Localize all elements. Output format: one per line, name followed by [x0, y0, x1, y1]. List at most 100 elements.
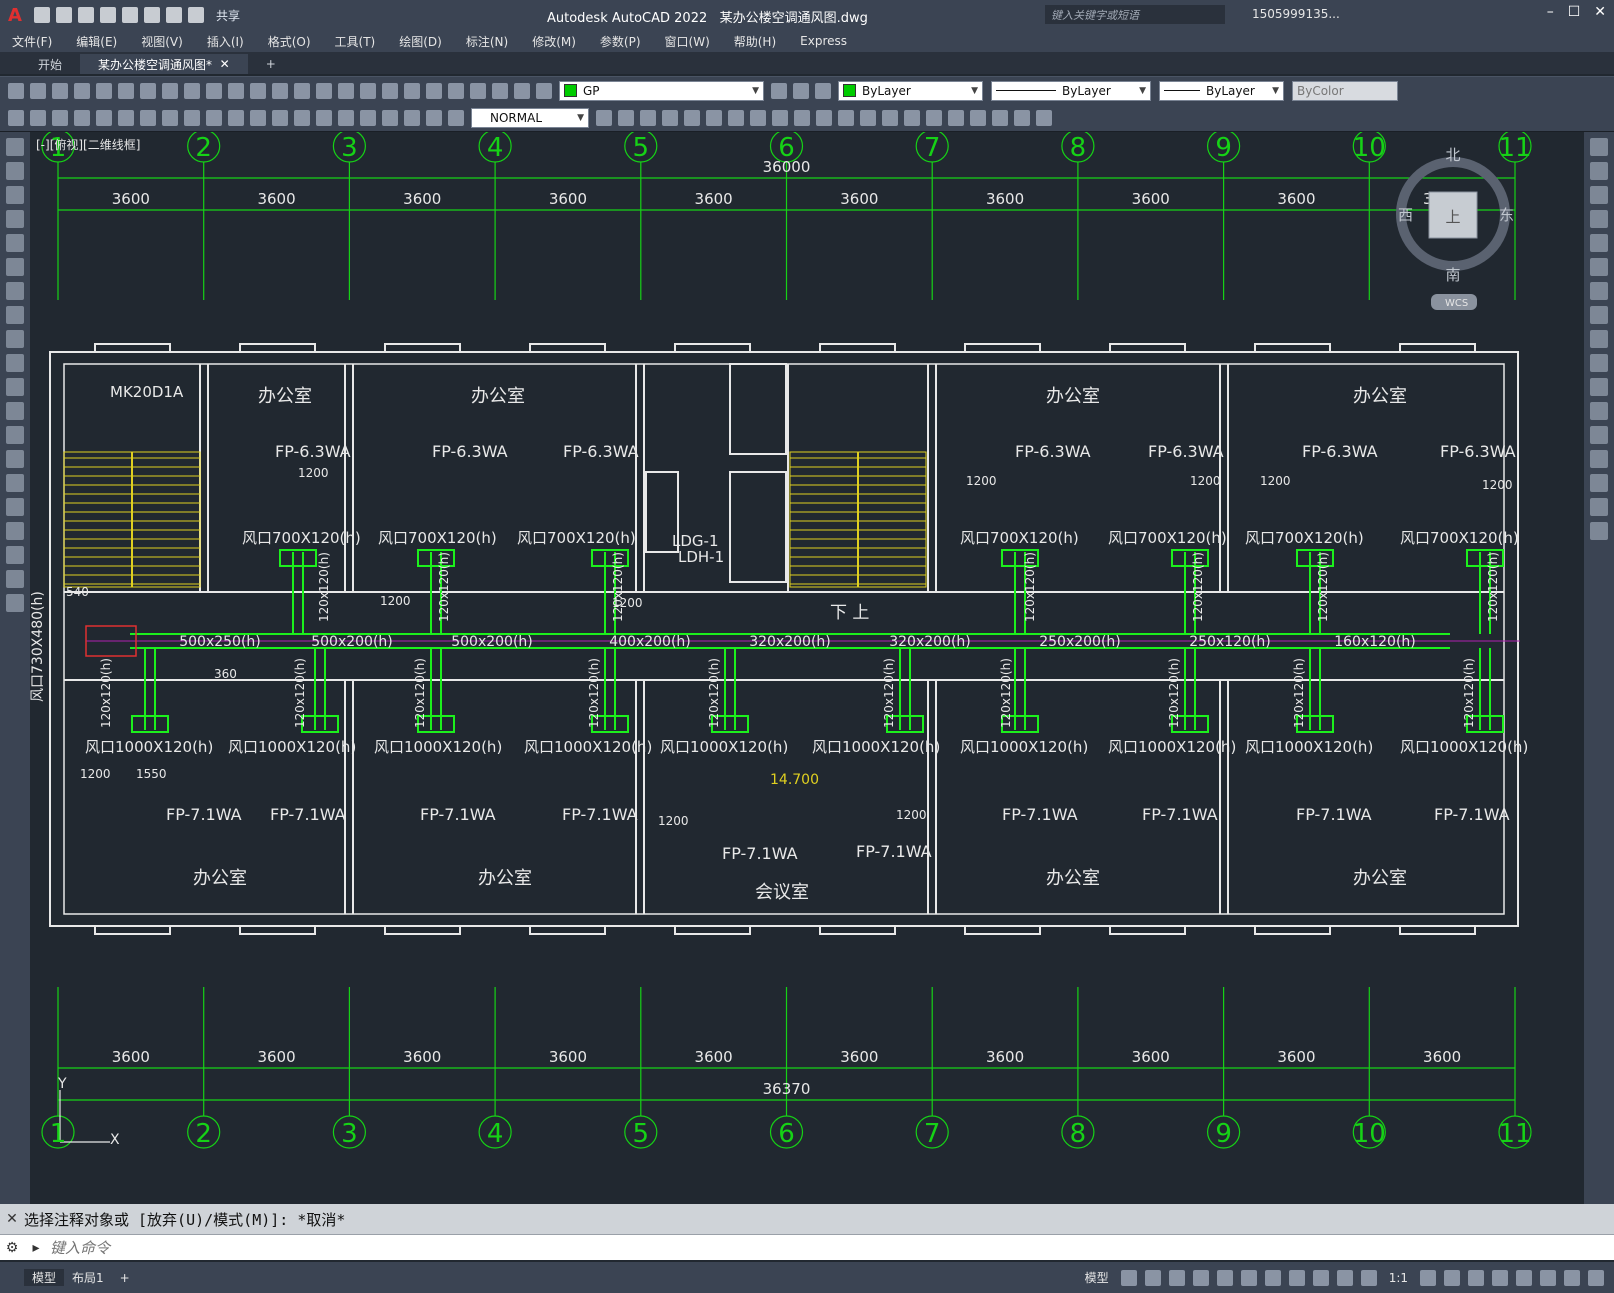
print-icon[interactable] [144, 7, 160, 23]
layer-properties-icon[interactable] [514, 82, 530, 99]
close-tab-icon[interactable]: ✕ [220, 57, 230, 71]
minimize-icon[interactable]: – [1547, 4, 1554, 20]
copy-icon[interactable] [1590, 162, 1608, 180]
customize-menu-icon[interactable] [1588, 1269, 1604, 1286]
space-icon[interactable] [272, 109, 288, 126]
menu-draw[interactable]: 绘图(D) [387, 33, 454, 50]
insert-block-icon[interactable] [6, 402, 24, 420]
dimstyle-dropdown[interactable]: NORMAL ▼ [471, 107, 589, 128]
add-selected-icon[interactable] [6, 594, 24, 612]
auto-scale-icon[interactable] [1336, 1269, 1353, 1286]
baseline-icon[interactable] [228, 109, 244, 126]
annotation-scale-icon[interactable] [1360, 1269, 1377, 1286]
isodraft-icon[interactable] [1216, 1269, 1233, 1286]
calculator-icon[interactable] [470, 82, 486, 99]
new-icon[interactable] [8, 82, 24, 99]
annotation-visibility-icon[interactable] [1312, 1269, 1329, 1286]
tolerance-icon[interactable] [316, 109, 332, 126]
rotate-icon[interactable] [750, 109, 766, 126]
menu-tools[interactable]: 工具(T) [323, 33, 388, 50]
break-icon[interactable] [1590, 402, 1608, 420]
trim-icon[interactable] [1590, 354, 1608, 372]
new-icon[interactable] [34, 7, 50, 23]
mirror-icon[interactable] [662, 109, 678, 126]
copy-icon[interactable] [162, 82, 178, 99]
close-icon[interactable]: ✕ [1594, 4, 1606, 20]
array-icon[interactable] [1590, 234, 1608, 252]
tab-drawing[interactable]: 某办公楼空调通风图* ✕ [80, 54, 248, 74]
hardware-acceleration-icon[interactable] [1540, 1269, 1556, 1286]
publish-icon[interactable] [118, 82, 134, 99]
join-icon[interactable] [1590, 426, 1608, 444]
menu-parametric[interactable]: 参数(P) [588, 33, 653, 50]
object-snap-icon[interactable] [1264, 1269, 1281, 1286]
maximize-icon[interactable]: ☐ [1568, 4, 1581, 20]
menu-file[interactable]: 文件(F) [0, 33, 64, 50]
fillet-icon[interactable] [926, 109, 942, 126]
point-icon[interactable] [6, 450, 24, 468]
arc-length-icon[interactable] [74, 109, 90, 126]
color-dropdown[interactable]: ByLayer ▼ [838, 80, 983, 101]
quick-properties-icon[interactable] [1492, 1269, 1508, 1286]
menu-format[interactable]: 格式(O) [256, 33, 323, 50]
arc-icon[interactable] [6, 258, 24, 276]
center-mark-icon[interactable] [338, 109, 354, 126]
linear-dim-icon[interactable] [30, 109, 46, 126]
chamfer-icon[interactable] [1590, 450, 1608, 468]
tool-palettes-icon[interactable] [404, 82, 420, 99]
polar-icon[interactable] [1192, 1269, 1209, 1286]
radius-icon[interactable] [118, 109, 134, 126]
polygon-icon[interactable] [6, 210, 24, 228]
sheet-set-icon[interactable] [426, 82, 442, 99]
stretch-icon[interactable] [794, 109, 810, 126]
drawing-canvas[interactable]: [-][俯视][二维线框] 1 1 2 2 3 3 4 4 5 5 6 6 7 … [30, 132, 1584, 1204]
hatch-icon[interactable] [6, 474, 24, 492]
dim-text-edit-icon[interactable] [426, 109, 442, 126]
menu-window[interactable]: 窗口(W) [653, 33, 722, 50]
redo-icon[interactable] [188, 7, 204, 23]
snap-icon[interactable] [1144, 1269, 1161, 1286]
undo-icon[interactable] [228, 82, 244, 99]
paste-icon[interactable] [184, 82, 200, 99]
layer-state-icon[interactable] [536, 82, 552, 99]
quick-dim-icon[interactable] [206, 109, 222, 126]
dim-style-icon[interactable] [596, 109, 612, 126]
break-icon[interactable] [294, 109, 310, 126]
diameter-icon[interactable] [162, 109, 178, 126]
rotate-icon[interactable] [1590, 282, 1608, 300]
layer-dropdown[interactable]: GP ▼ [559, 80, 764, 101]
search-input[interactable]: 键入关键字或短语 [1045, 5, 1225, 24]
menu-insert[interactable]: 插入(I) [195, 33, 256, 50]
cut-icon[interactable] [140, 82, 156, 99]
autocad-logo-icon[interactable]: A [0, 0, 30, 30]
construction-line-icon[interactable] [6, 162, 24, 180]
viewcube[interactable]: 上 北 南 西 东 WCS [1395, 142, 1515, 312]
copy-object-icon[interactable] [640, 109, 656, 126]
text-front-icon[interactable] [1036, 109, 1052, 126]
customize-icon[interactable]: ⚙ [0, 1240, 24, 1256]
scale-icon[interactable] [772, 109, 788, 126]
erase-icon[interactable] [1590, 138, 1608, 156]
menu-modify[interactable]: 修改(M) [520, 33, 588, 50]
open-icon[interactable] [56, 7, 72, 23]
tab-model[interactable]: 模型 [24, 1269, 65, 1286]
scale-value[interactable]: 1:1 [1381, 1271, 1416, 1285]
move-icon[interactable] [728, 109, 744, 126]
isolate-icon[interactable] [1516, 1269, 1532, 1286]
zoom-realtime-icon[interactable] [294, 82, 310, 99]
scale-icon[interactable] [1590, 306, 1608, 324]
trim-icon[interactable] [816, 109, 832, 126]
save-icon[interactable] [52, 82, 68, 99]
array-icon[interactable] [706, 109, 722, 126]
command-input[interactable] [48, 1237, 852, 1258]
ellipse-icon[interactable] [6, 354, 24, 372]
erase-icon[interactable] [618, 109, 634, 126]
explode-icon[interactable] [1590, 522, 1608, 540]
edit-icon[interactable] [8, 109, 24, 126]
offset-icon[interactable] [1590, 210, 1608, 228]
annotation-monitor-icon[interactable] [1444, 1269, 1460, 1286]
move-icon[interactable] [1590, 258, 1608, 276]
recent-commands-icon[interactable]: ▸ [24, 1240, 48, 1256]
publish-icon[interactable] [122, 7, 138, 23]
join-icon[interactable] [882, 109, 898, 126]
